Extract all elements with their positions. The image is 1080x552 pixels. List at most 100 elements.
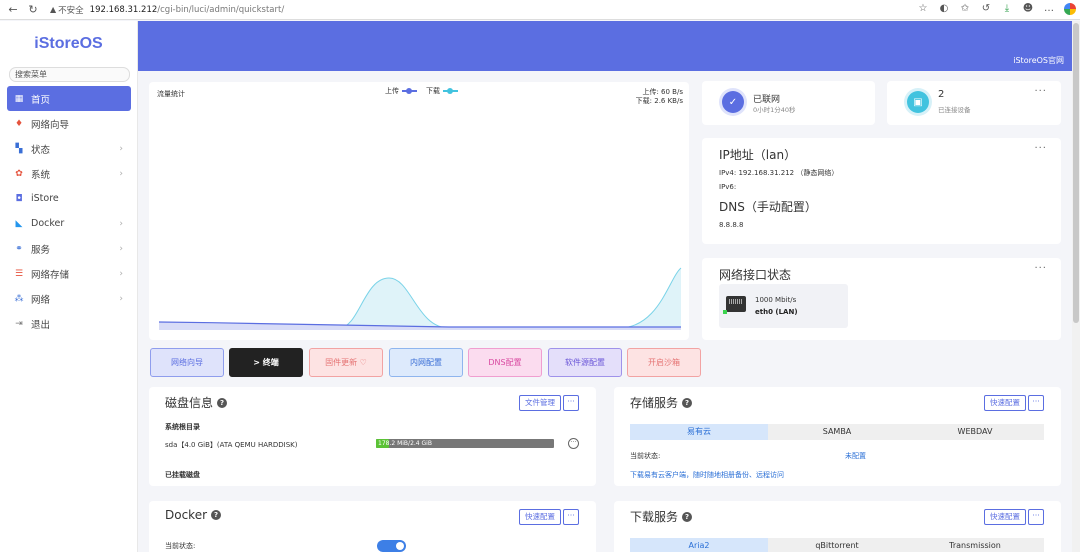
tab-aria2[interactable]: Aria2 <box>630 538 768 552</box>
storage-config-button[interactable]: 快速配置 <box>984 395 1026 411</box>
chevron-right-icon: › <box>119 168 123 179</box>
storage-title-row: 存储服务 ? <box>630 394 693 411</box>
extension-icon[interactable]: ◐ <box>938 3 950 15</box>
back-icon[interactable]: ← <box>6 3 20 17</box>
devices-label: 已连接设备 <box>938 106 971 114</box>
devices-more-button[interactable]: ··· <box>1034 86 1047 97</box>
devices-count: 2 <box>938 89 945 100</box>
ip-more-button[interactable]: ··· <box>1034 143 1047 154</box>
legend-swatch-up <box>402 88 417 94</box>
help-icon[interactable]: ? <box>217 397 228 408</box>
sidebar-item-network[interactable]: ⁂ 网络 › <box>7 286 131 311</box>
tab-qbittorrent[interactable]: qBittorrent <box>768 538 906 552</box>
disk-more-button[interactable]: ··· <box>563 395 579 411</box>
software-source-button[interactable]: 软件源配置 <box>548 348 622 377</box>
dns-config-button[interactable]: DNS配置 <box>468 348 542 377</box>
help-icon[interactable]: ? <box>682 397 693 408</box>
help-icon[interactable]: ? <box>211 510 222 520</box>
client-download-link[interactable]: 下载易有云客户端，随时随地相册备份、远程访问 <box>630 470 784 480</box>
iface-title: 网络接口状态 <box>719 268 792 282</box>
storage-icon: ☰ <box>14 268 24 279</box>
status-icon: ▚ <box>15 143 23 154</box>
docker-config-button[interactable]: 快速配置 <box>519 509 561 525</box>
copilot-icon[interactable] <box>1064 3 1076 15</box>
sidebar-item-status[interactable]: ▚ 状态 › <box>7 136 131 161</box>
file-manager-button[interactable]: 文件管理 <box>519 395 561 411</box>
url-host: 192.168.31.212 <box>89 4 158 15</box>
tab-webdav[interactable]: WEBDAV <box>906 424 1044 440</box>
sandbox-button[interactable]: 开启沙箱 <box>627 348 701 377</box>
disk-row-more-button[interactable]: ··· <box>568 438 579 449</box>
disk-usage-text: 178.2 MiB/2.4 GiB <box>378 440 432 447</box>
scrollbar-thumb[interactable] <box>1073 23 1079 323</box>
tab-samba[interactable]: SAMBA <box>768 424 906 440</box>
favorites-icon[interactable]: ✩ <box>959 3 971 15</box>
tab-yiyouyun[interactable]: 易有云 <box>630 424 768 440</box>
menu-dots-icon[interactable]: … <box>1043 3 1055 15</box>
chevron-right-icon: › <box>119 143 123 154</box>
docker-icon: ◣ <box>15 218 23 229</box>
lan-config-button[interactable]: 内网配置 <box>389 348 463 377</box>
network-interface-card: 网络接口状态 ··· 1000 Mbit/s eth0 (LAN) <box>702 258 1061 340</box>
chevron-right-icon: › <box>119 243 123 254</box>
legend-swatch-down <box>443 88 458 94</box>
url-path: /cgi-bin/luci/admin/quickstart/ <box>157 4 285 15</box>
sidebar-item-nas[interactable]: ☰ 网络存储 › <box>7 261 131 286</box>
history-icon[interactable]: ↺ <box>980 3 992 15</box>
menu-search-input[interactable]: 搜索菜单 <box>9 67 130 82</box>
page-scrollbar[interactable] <box>1072 21 1080 552</box>
gear-icon: ✿ <box>15 168 23 179</box>
uptime: 0小时1分40秒 <box>753 106 796 114</box>
network-wizard-button[interactable]: 网络向导 <box>150 348 224 377</box>
download-tabs: Aria2 qBittorrent Transmission <box>630 538 1044 552</box>
download-config-button[interactable]: 快速配置 <box>984 509 1026 525</box>
star-icon[interactable]: ☆ <box>917 3 929 15</box>
connection-status-card: ✓ 已联网 0小时1分40秒 <box>702 81 875 125</box>
root-label: 系统根目录 <box>165 423 200 431</box>
storage-status-label: 当前状态: <box>630 452 661 460</box>
brand-logo: iStoreOS <box>34 35 103 52</box>
storage-more-button[interactable]: ··· <box>1028 395 1044 411</box>
check-icon: ✓ <box>722 91 744 113</box>
mounted-label: 已挂载磁盘 <box>165 471 200 479</box>
storage-service-card: 存储服务 ? 快速配置 ··· 易有云 SAMBA WEBDAV 当前状态: 未… <box>614 387 1061 486</box>
ipv4-line: IPv4: 192.168.31.212 （静态网络） <box>719 169 839 177</box>
download-icon[interactable]: ⤓ <box>1001 3 1013 15</box>
insecure-badge[interactable]: ▲ 不安全 <box>50 4 84 16</box>
profile-icon[interactable]: ☻ <box>1022 3 1034 15</box>
devices-icon: ▣ <box>907 91 929 113</box>
official-site-link[interactable]: iStoreOS官网 <box>1013 55 1064 66</box>
firmware-update-button[interactable]: 固件更新 ♡ <box>309 348 383 377</box>
port-eth0[interactable]: 1000 Mbit/s eth0 (LAN) <box>719 284 848 328</box>
sidebar-item-istore[interactable]: ◘ iStore <box>7 186 131 211</box>
sidebar-item-logout[interactable]: ⇥ 退出 <box>7 311 131 336</box>
browser-toolbar: ← ↻ ▲ 不安全 192.168.31.212/cgi-bin/luci/adm… <box>0 0 1080 20</box>
reload-icon[interactable]: ↻ <box>26 3 40 17</box>
sidebar-item-wizard[interactable]: ♦ 网络向导 <box>7 111 131 136</box>
storage-status-value[interactable]: 未配置 <box>845 451 866 461</box>
dns-title: DNS（手动配置） <box>719 200 817 214</box>
traffic-legend: 上传 下载 <box>385 86 458 96</box>
disk-device: sda【4.0 GiB】(ATA QEMU HARDDISK) <box>165 441 298 449</box>
address-bar[interactable]: ▲ 不安全 192.168.31.212/cgi-bin/luci/admin/q… <box>50 3 284 17</box>
dashboard-icon: ▦ <box>14 93 24 104</box>
iface-more-button[interactable]: ··· <box>1034 263 1047 274</box>
docker-toggle[interactable] <box>377 540 406 552</box>
docker-title-row: Docker ? <box>165 508 222 522</box>
download-more-button[interactable]: ··· <box>1028 509 1044 525</box>
store-icon: ◘ <box>15 193 23 204</box>
sidebar-item-docker[interactable]: ◣ Docker › <box>7 211 131 236</box>
wizard-icon: ♦ <box>14 118 24 129</box>
sidebar-item-system[interactable]: ✿ 系统 › <box>7 161 131 186</box>
download-service-card: 下载服务 ? 快速配置 ··· Aria2 qBittorrent Transm… <box>614 501 1061 552</box>
help-icon[interactable]: ? <box>682 511 693 522</box>
sidebar-item-services[interactable]: ⚭ 服务 › <box>7 236 131 261</box>
traffic-card: 流量统计 上传 下载 上传: 60 B/s 下载: 2.6 KB/s <box>149 82 689 340</box>
download-area <box>159 268 681 330</box>
terminal-button[interactable]: > 终端 <box>229 348 303 377</box>
sidebar-item-home[interactable]: ▦ 首页 <box>7 86 131 111</box>
tab-transmission[interactable]: Transmission <box>906 538 1044 552</box>
docker-more-button[interactable]: ··· <box>563 509 579 525</box>
storage-tabs: 易有云 SAMBA WEBDAV <box>630 424 1044 440</box>
docker-status-label: 当前状态: <box>165 542 196 550</box>
